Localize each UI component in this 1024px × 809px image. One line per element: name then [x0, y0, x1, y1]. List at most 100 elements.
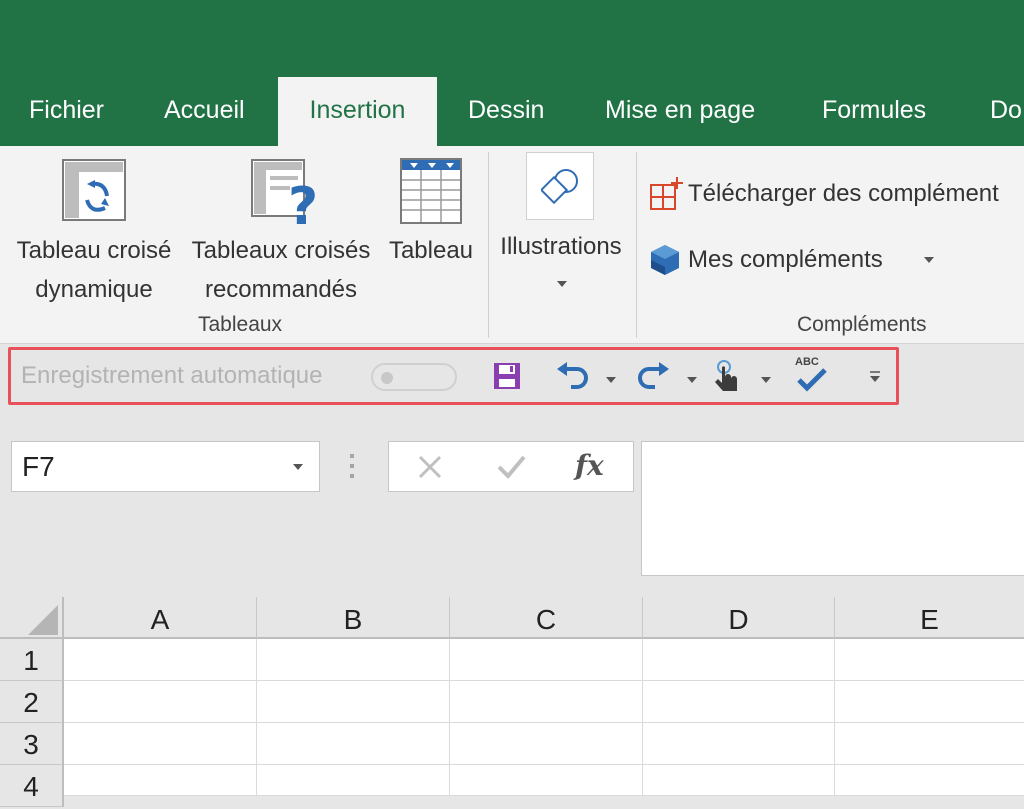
redo-dropdown-caret[interactable] [687, 377, 697, 383]
customize-qat-button[interactable] [861, 350, 889, 402]
cancel-icon[interactable] [417, 454, 443, 480]
illustrations-icon-frame [526, 152, 594, 220]
tab-dessin[interactable]: Dessin [468, 77, 544, 146]
cell[interactable] [643, 681, 835, 722]
store-addins-icon [650, 177, 683, 210]
pivot-table-button[interactable]: Tableau croisé dynamique [5, 154, 183, 304]
customize-qat-icon [870, 371, 880, 382]
recommended-label-1: Tableaux croisés [191, 237, 371, 264]
column-header-d[interactable]: D [643, 597, 835, 639]
select-all-button[interactable] [0, 597, 64, 639]
spelling-button[interactable]: ABC [789, 350, 833, 402]
cell[interactable] [643, 639, 835, 680]
formula-input[interactable] [641, 441, 1024, 576]
undo-button[interactable] [551, 350, 593, 402]
save-icon [494, 363, 520, 389]
group-label-complements: Compléments [797, 313, 927, 336]
worksheet-grid: A B C D E 1 2 3 4 [0, 597, 1024, 807]
cell[interactable] [257, 723, 450, 764]
cell[interactable] [835, 681, 1024, 722]
table-icon [400, 158, 462, 224]
illustrations-button[interactable]: Illustrations [490, 150, 632, 300]
autosave-label: Enregistrement automatique [21, 362, 323, 389]
table-row [64, 681, 1024, 723]
touch-mode-button[interactable] [711, 350, 747, 402]
formula-buttons: fx [388, 441, 634, 492]
cell[interactable] [257, 639, 450, 680]
cell[interactable] [450, 723, 643, 764]
group-divider [488, 152, 489, 338]
name-box-value: F7 [22, 451, 55, 482]
spelling-icon: ABC [791, 356, 831, 396]
insert-function-button[interactable]: fx [575, 442, 604, 490]
cell[interactable] [835, 723, 1024, 764]
get-addins-label: Télécharger des complément [688, 180, 999, 207]
cell[interactable] [643, 765, 835, 796]
table-row [64, 765, 1024, 796]
cell[interactable] [64, 723, 257, 764]
cell[interactable] [257, 681, 450, 722]
column-header-e[interactable]: E [835, 597, 1024, 639]
cell[interactable] [835, 639, 1024, 680]
save-button[interactable] [487, 350, 527, 402]
pivot-table-icon [62, 159, 126, 221]
get-addins-button[interactable]: Télécharger des complément [644, 172, 1024, 216]
my-addins-button[interactable]: Mes compléments [644, 238, 944, 282]
touch-mouse-mode-icon [715, 360, 737, 391]
table-button[interactable]: Tableau [382, 154, 480, 274]
column-header-c[interactable]: C [450, 597, 643, 639]
my-addins-label: Mes compléments [688, 246, 883, 273]
checkmark-icon [797, 368, 827, 392]
recommended-pivot-tables-button[interactable]: ? Tableaux croisés recommandés [184, 154, 378, 304]
tab-fichier[interactable]: Fichier [29, 77, 104, 146]
name-box-dropdown-caret [293, 464, 303, 470]
undo-dropdown-caret[interactable] [606, 377, 616, 383]
cell[interactable] [257, 765, 450, 796]
row-header-3[interactable]: 3 [0, 723, 64, 765]
cell[interactable] [64, 765, 257, 796]
row-header-1[interactable]: 1 [0, 639, 64, 681]
cell[interactable] [64, 639, 257, 680]
illustrations-dropdown-caret [557, 281, 567, 287]
tab-mise-en-page[interactable]: Mise en page [605, 77, 755, 146]
redo-button[interactable] [633, 350, 675, 402]
spelling-abc-label: ABC [795, 356, 819, 368]
cell[interactable] [64, 681, 257, 722]
cell[interactable] [450, 681, 643, 722]
column-header-b[interactable]: B [257, 597, 450, 639]
quick-access-toolbar: Enregistrement automatique ABC [8, 347, 899, 405]
toggle-knob [381, 372, 393, 384]
recommended-label-2: recommandés [204, 276, 358, 303]
formula-bar-splitter[interactable] [349, 454, 355, 480]
name-box[interactable]: F7 [11, 441, 320, 492]
table-row [64, 723, 1024, 765]
table-label: Tableau [388, 237, 474, 264]
tab-accueil[interactable]: Accueil [164, 77, 245, 146]
tab-insertion[interactable]: Insertion [278, 77, 437, 146]
group-divider [636, 152, 637, 338]
pivot-table-label-2: dynamique [35, 276, 153, 303]
group-label-tableaux: Tableaux [198, 313, 283, 336]
touch-mode-dropdown-caret[interactable] [761, 377, 771, 383]
my-addins-dropdown-caret [924, 257, 934, 263]
table-row [64, 639, 1024, 681]
cell[interactable] [450, 765, 643, 796]
pivot-table-label-1: Tableau croisé [16, 237, 172, 264]
tab-formules[interactable]: Formules [822, 77, 926, 146]
undo-icon [557, 362, 588, 389]
title-tab-bar: Fichier Accueil Insertion Dessin Mise en… [0, 0, 1024, 146]
redo-icon [638, 362, 669, 389]
tab-donnees[interactable]: Do [990, 77, 1022, 146]
enter-check-icon[interactable] [496, 454, 526, 480]
cell[interactable] [450, 639, 643, 680]
row-header-2[interactable]: 2 [0, 681, 64, 723]
cell[interactable] [835, 765, 1024, 796]
ribbon: Tableau croisé dynamique ? Tableaux croi… [0, 146, 1024, 344]
cell[interactable] [643, 723, 835, 764]
my-addins-icon [651, 245, 679, 275]
column-header-a[interactable]: A [64, 597, 257, 639]
autosave-toggle[interactable] [371, 363, 457, 391]
recommended-pivot-icon: ? [251, 159, 318, 230]
row-header-4[interactable]: 4 [0, 765, 64, 807]
select-all-triangle-icon [28, 605, 58, 635]
